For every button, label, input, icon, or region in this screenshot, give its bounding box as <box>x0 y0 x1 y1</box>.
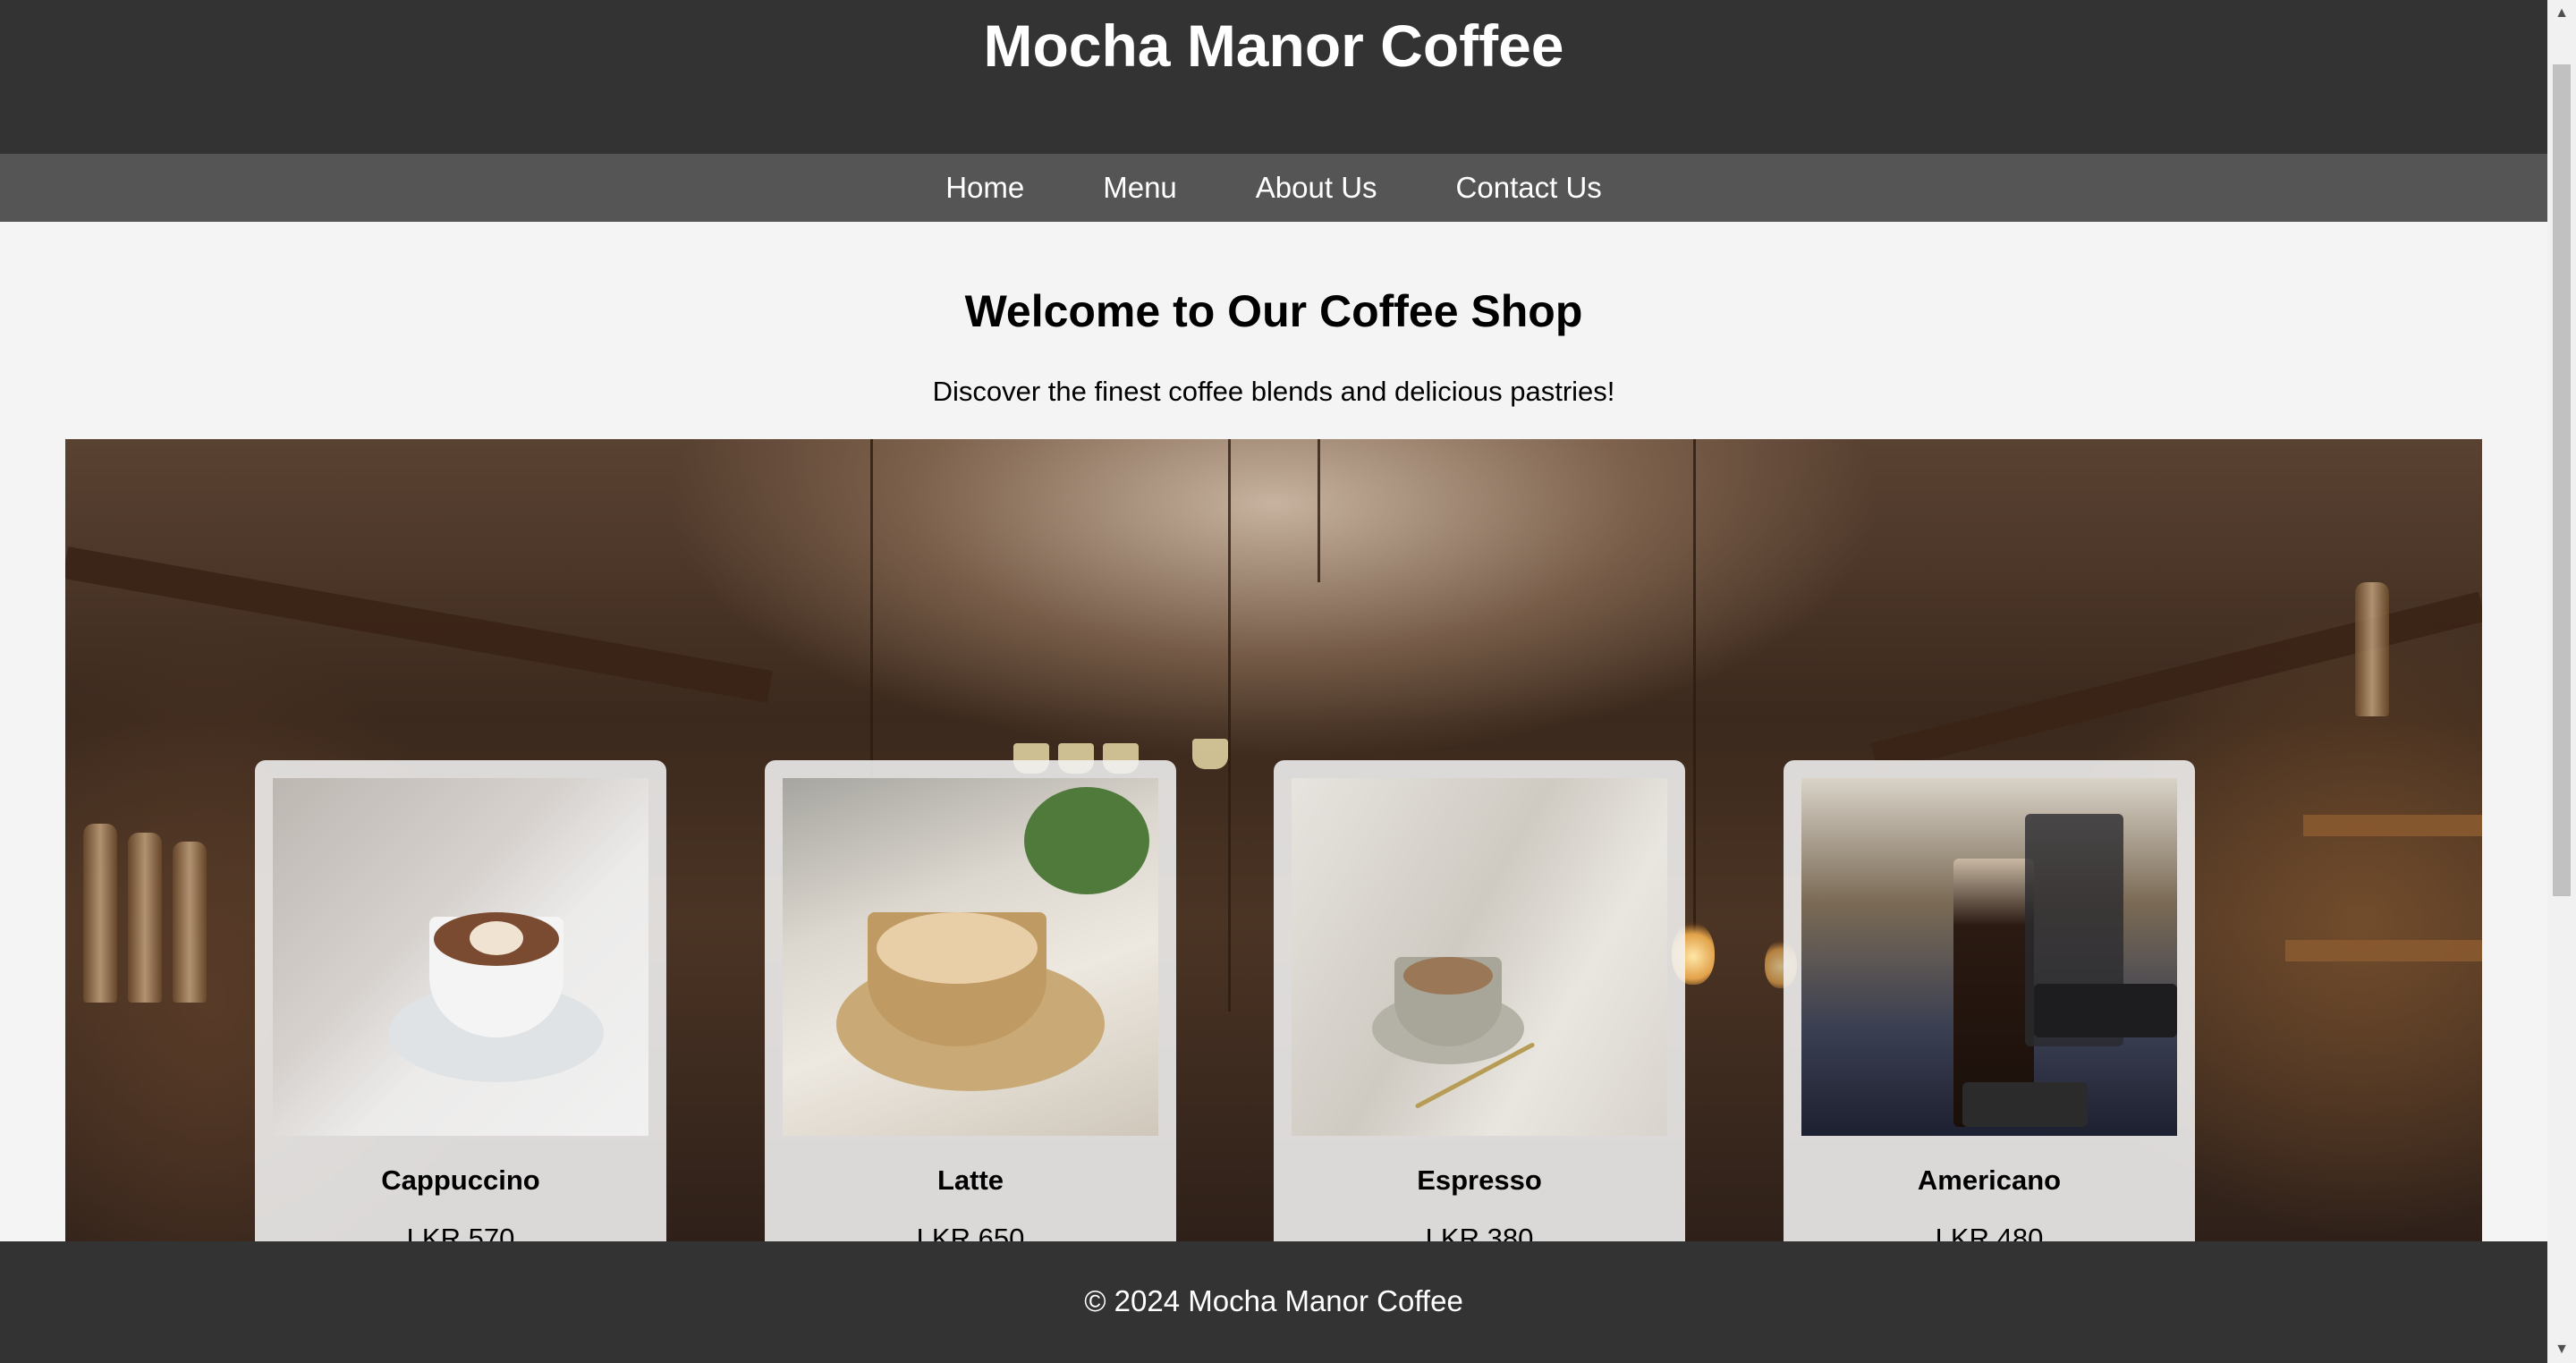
nav-home[interactable]: Home <box>906 154 1063 222</box>
nav-menu[interactable]: Menu <box>1063 154 1216 222</box>
americano-photo <box>1801 778 2177 1136</box>
scroll-thumb[interactable] <box>2553 64 2571 896</box>
scroll-down-arrow-icon[interactable]: ▼ <box>2547 1336 2576 1363</box>
site-header: Mocha Manor Coffee <box>0 0 2547 154</box>
product-name: Espresso <box>1417 1164 1542 1196</box>
site-footer: © 2024 Mocha Manor Coffee <box>0 1241 2547 1363</box>
latte-photo <box>783 778 1158 1136</box>
vertical-scrollbar[interactable]: ▲ ▼ <box>2547 0 2576 1363</box>
product-name: Latte <box>936 1164 1004 1196</box>
product-card-cappuccino[interactable]: Cappuccino LKR 570 <box>255 760 666 1261</box>
main-nav: Home Menu About Us Contact Us <box>0 154 2547 222</box>
tagline: Discover the finest coffee blends and de… <box>932 376 1615 407</box>
nav-contact-us[interactable]: Contact Us <box>1417 154 1641 222</box>
nav-about-us[interactable]: About Us <box>1216 154 1417 222</box>
scroll-up-arrow-icon[interactable]: ▲ <box>2547 0 2576 27</box>
product-card-latte[interactable]: Latte LKR 650 <box>765 760 1176 1261</box>
product-card-americano[interactable]: Americano LKR 480 <box>1784 760 2195 1261</box>
site-title: Mocha Manor Coffee <box>983 13 1564 79</box>
copyright-text: © 2024 Mocha Manor Coffee <box>1084 1284 1463 1317</box>
product-name: Cappuccino <box>381 1164 540 1196</box>
product-card-espresso[interactable]: Espresso LKR 380 <box>1274 760 1685 1261</box>
espresso-photo <box>1292 778 1667 1136</box>
welcome-heading: Welcome to Our Coffee Shop <box>964 286 1583 336</box>
product-name: Americano <box>1917 1164 2062 1196</box>
cappuccino-photo <box>273 778 648 1136</box>
